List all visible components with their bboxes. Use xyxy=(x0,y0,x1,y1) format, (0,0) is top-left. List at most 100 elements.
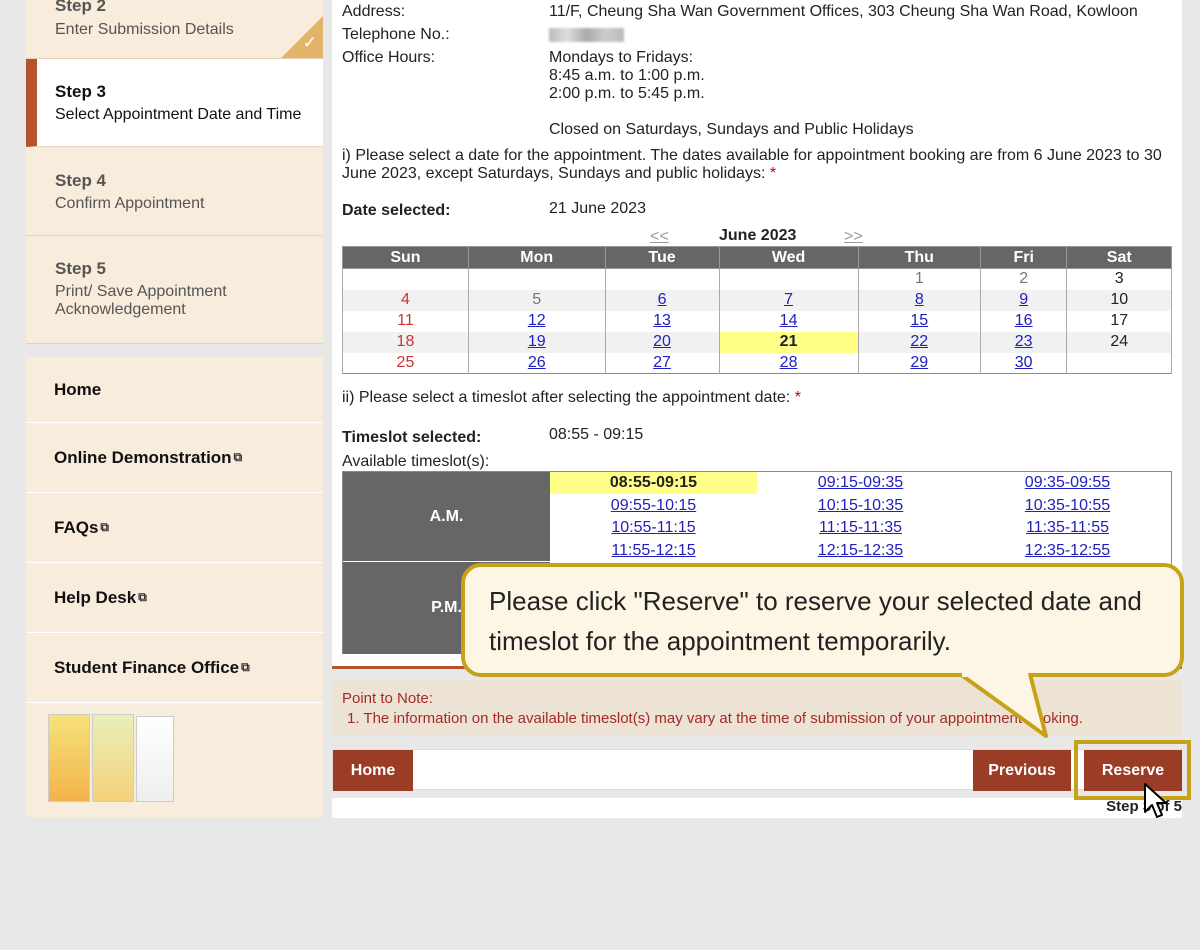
calendar-day[interactable]: 8 xyxy=(857,289,981,311)
calendar-day[interactable]: 26 xyxy=(467,352,606,374)
date-link[interactable]: 20 xyxy=(653,333,671,350)
calendar-day xyxy=(1066,352,1172,374)
date-link[interactable]: 23 xyxy=(1015,333,1033,350)
external-link-icon: ⧉ xyxy=(138,590,147,604)
menu-faqs[interactable]: FAQs ⧉ xyxy=(26,493,323,563)
timeslot-link[interactable]: 09:55-10:15 xyxy=(611,497,696,514)
date-link[interactable]: 26 xyxy=(528,354,546,371)
timeslot-link[interactable]: 12:35-12:55 xyxy=(1025,542,1110,559)
address-value: 11/F, Cheung Sha Wan Government Offices,… xyxy=(549,3,1138,20)
next-month-link[interactable]: >> xyxy=(844,228,863,246)
calendar-day[interactable]: 29 xyxy=(857,352,981,374)
timeslot[interactable]: 12:15-12:35 xyxy=(757,540,964,562)
calendar-day[interactable]: 12 xyxy=(467,310,606,332)
timeslot[interactable]: 12:35-12:55 xyxy=(964,540,1171,562)
date-link[interactable]: 30 xyxy=(1015,354,1033,371)
timeslot[interactable]: 09:35-09:55 xyxy=(964,472,1171,494)
calendar-day[interactable]: 14 xyxy=(718,310,859,332)
date-link[interactable]: 8 xyxy=(915,291,924,308)
menu-label: Home xyxy=(54,379,102,399)
date-link[interactable]: 19 xyxy=(528,333,546,350)
timeslot[interactable]: 10:55-11:15 xyxy=(550,517,757,539)
calendar-day[interactable]: 21 xyxy=(718,331,859,353)
timeslot-link[interactable]: 11:15-11:35 xyxy=(819,519,902,536)
step-desc: Print/ Save Appointment Acknowledgement xyxy=(55,283,227,318)
timeslot-link[interactable]: 09:35-09:55 xyxy=(1025,474,1110,491)
office-hours-label: Office Hours: xyxy=(342,49,436,66)
timeslot-link[interactable]: 11:35-11:55 xyxy=(1026,519,1109,536)
time-instruction: ii) Please select a timeslot after selec… xyxy=(342,389,801,407)
calendar-day[interactable]: 7 xyxy=(718,289,859,311)
date-link[interactable]: 13 xyxy=(653,312,671,329)
menu-help-desk[interactable]: Help Desk ⧉ xyxy=(26,563,323,633)
calendar-day: 5 xyxy=(467,289,606,311)
telephone-value xyxy=(549,26,624,44)
timeslot-link[interactable]: 10:35-10:55 xyxy=(1025,497,1110,514)
date-link[interactable]: 16 xyxy=(1015,312,1033,329)
calendar-month: June 2023 xyxy=(719,227,797,244)
brochure-page xyxy=(92,714,134,802)
calendar-day[interactable]: 19 xyxy=(467,331,606,353)
calendar-day[interactable]: 23 xyxy=(979,331,1068,353)
timeslot[interactable]: 10:15-10:35 xyxy=(757,495,964,517)
step-indicator: Step 3 of 5 xyxy=(332,798,1182,818)
calendar-day[interactable]: 9 xyxy=(979,289,1068,311)
date-selected-label: Date selected: xyxy=(342,202,451,219)
timeslot[interactable]: 11:35-11:55 xyxy=(964,517,1171,539)
brochure-page xyxy=(48,714,90,802)
date-link[interactable]: 14 xyxy=(780,312,798,329)
date-link[interactable]: 27 xyxy=(653,354,671,371)
timeslot[interactable]: 11:55-12:15 xyxy=(550,540,757,562)
timeslot-link[interactable]: 11:55-12:15 xyxy=(611,542,695,559)
timeslot-link[interactable]: 12:15-12:35 xyxy=(818,542,903,559)
callout-tail xyxy=(958,672,1048,738)
calendar-day[interactable]: 27 xyxy=(604,352,720,374)
date-link[interactable]: 28 xyxy=(780,354,798,371)
timeslot-link[interactable]: 10:15-10:35 xyxy=(818,497,903,514)
date-link[interactable]: 7 xyxy=(784,291,793,308)
calendar: Sun Mon Tue Wed Thu Fri Sat 1 2 3 4 5 6 7 8 9 10 11 12 13 1… xyxy=(342,246,1172,374)
timeslot[interactable]: 09:55-10:15 xyxy=(550,495,757,517)
timeslot-link[interactable]: 09:15-09:35 xyxy=(818,474,903,491)
menu-online-demonstration[interactable]: Online Demonstration ⧉ xyxy=(26,423,323,493)
home-button[interactable]: Home xyxy=(333,750,413,791)
timeslot[interactable]: 09:15-09:35 xyxy=(757,472,964,494)
available-timeslots-label: Available timeslot(s): xyxy=(342,453,490,470)
calendar-day: 4 xyxy=(342,289,469,311)
date-link[interactable]: 29 xyxy=(910,354,928,371)
timeslot-link[interactable]: 10:55-11:15 xyxy=(611,519,695,536)
prev-month-link[interactable]: << xyxy=(650,228,669,246)
brochure-image[interactable] xyxy=(48,714,176,804)
calendar-day[interactable]: 22 xyxy=(857,331,981,353)
step-title: Step 4 xyxy=(55,171,107,190)
timeslot-selected-label: Timeslot selected: xyxy=(342,429,482,446)
menu-student-finance-office[interactable]: Student Finance Office ⧉ xyxy=(26,633,323,703)
callout-text: Please click "Reserve" to reserve your s… xyxy=(489,586,1142,656)
menu-home[interactable]: Home xyxy=(26,357,323,423)
date-link[interactable]: 15 xyxy=(910,312,928,329)
calendar-day[interactable]: 13 xyxy=(604,310,720,332)
side-menu: Home Online Demonstration ⧉ FAQs ⧉ Help De… xyxy=(26,357,323,817)
timeslot[interactable]: 08:55-09:15 xyxy=(550,472,757,494)
date-link[interactable]: 12 xyxy=(528,312,546,329)
previous-button[interactable]: Previous xyxy=(973,750,1071,791)
date-link[interactable]: 6 xyxy=(658,291,667,308)
calendar-day: 3 xyxy=(1066,268,1172,290)
calendar-day[interactable]: 6 xyxy=(604,289,720,311)
required-mark: * xyxy=(794,389,801,406)
calendar-day[interactable]: 28 xyxy=(718,352,859,374)
calendar-day[interactable]: 16 xyxy=(979,310,1068,332)
date-link[interactable]: 22 xyxy=(910,333,928,350)
am-label: A.M. xyxy=(343,472,550,561)
external-link-icon: ⧉ xyxy=(233,450,243,464)
timeslot[interactable]: 11:15-11:35 xyxy=(757,517,964,539)
date-link[interactable]: 9 xyxy=(1019,291,1028,308)
address-label: Address: xyxy=(342,3,406,20)
calendar-day[interactable]: 15 xyxy=(857,310,981,332)
date-selected-value: 21 June 2023 xyxy=(549,200,646,217)
calendar-day[interactable]: 30 xyxy=(979,352,1068,374)
reserve-highlight xyxy=(1074,740,1191,800)
calendar-day[interactable]: 20 xyxy=(604,331,720,353)
instruction-text: i) Please select a date for the appointm… xyxy=(342,147,1162,182)
timeslot[interactable]: 10:35-10:55 xyxy=(964,495,1171,517)
